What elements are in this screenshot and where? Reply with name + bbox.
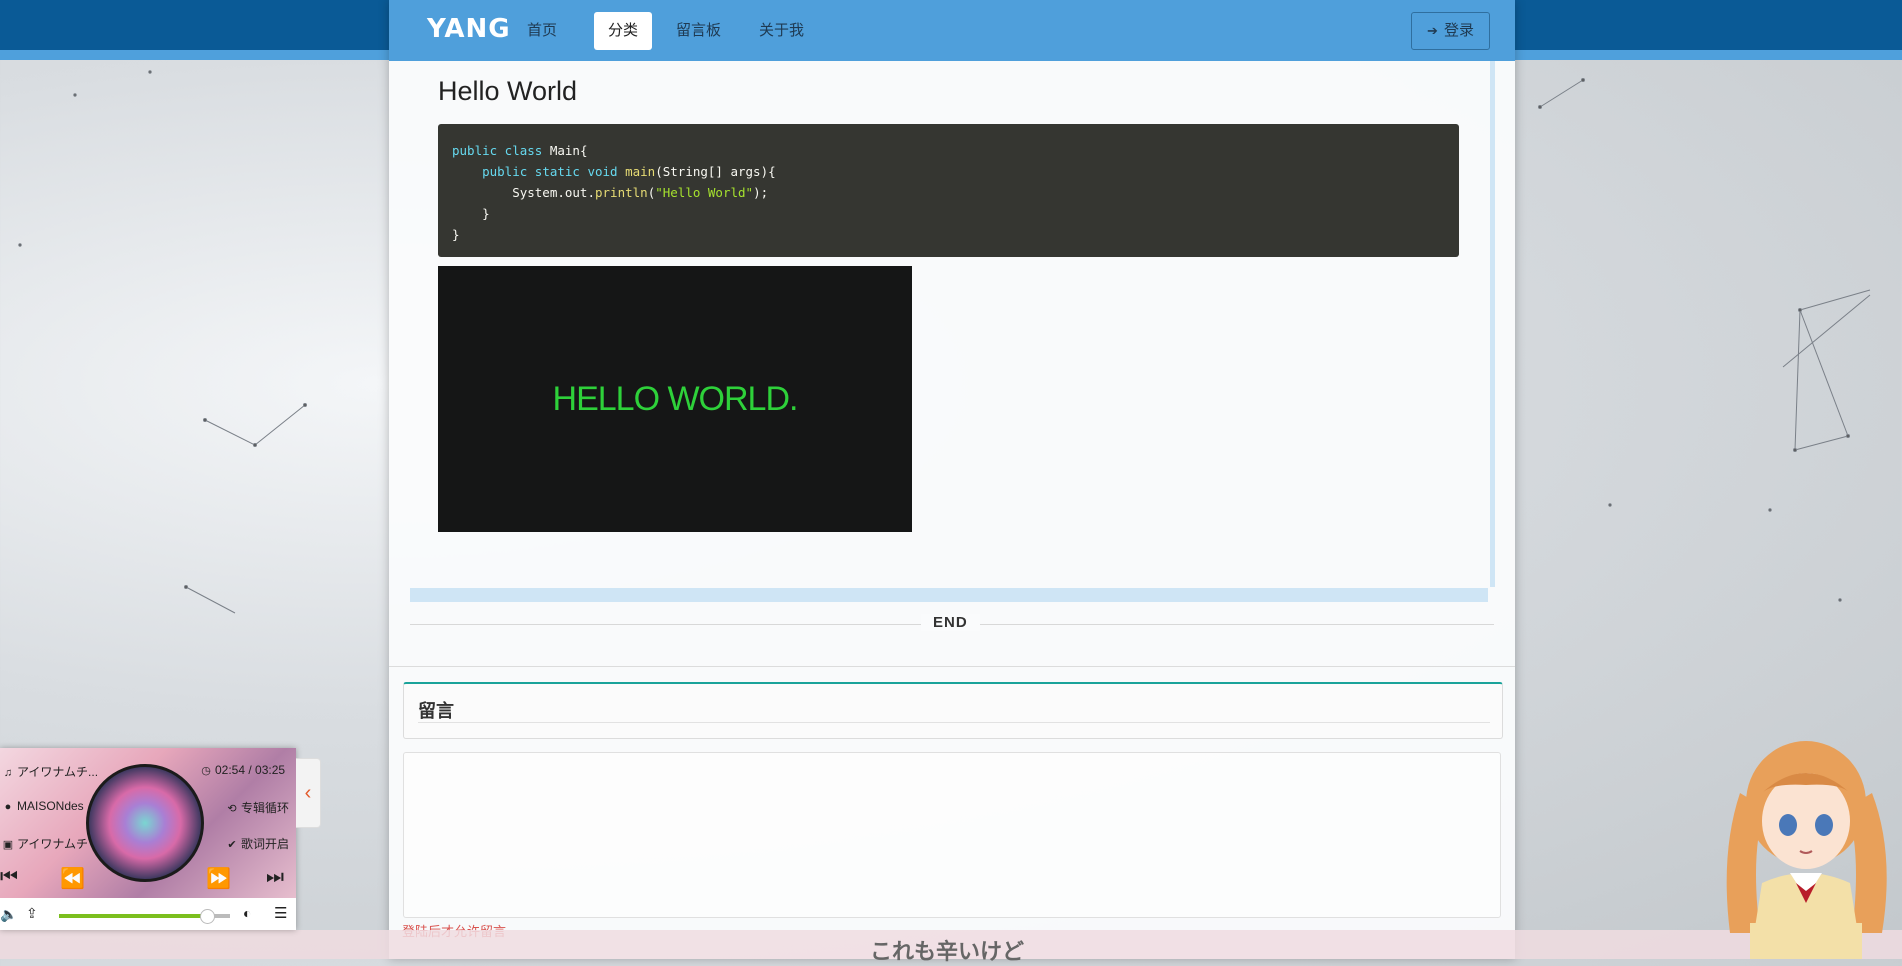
check-circle-icon: ✔	[227, 839, 237, 851]
navbar: YANG 首页 分类 留言板 关于我 ➔ 登录	[389, 0, 1515, 61]
hello-world-image: HELLO WORLD.	[438, 266, 912, 532]
nav-item-guestbook[interactable]: 留言板	[662, 12, 735, 50]
album-name: アイワナムチ	[17, 837, 89, 851]
progress-knob[interactable]	[200, 909, 215, 924]
code-block: public class Main{ public static void ma…	[438, 124, 1459, 257]
horizontal-scrollbar[interactable]	[410, 588, 1488, 602]
chevron-left-icon: ‹	[304, 782, 312, 804]
lyric-text: これも辛いけど	[870, 940, 1025, 965]
section-divider	[389, 666, 1515, 667]
music-player: ♫ アイワナムチ... ● MAISONdes ▣ アイワナムチ ◷ 02:54 / 0…	[0, 748, 296, 930]
login-button[interactable]: ➔ 登录	[1411, 12, 1490, 50]
image-caption: HELLO WORLD.	[552, 379, 799, 418]
album-cover[interactable]	[86, 764, 204, 882]
share-icon[interactable]: ⇪	[26, 905, 38, 922]
lyric-toggle-label: 歌词开启	[241, 837, 290, 851]
comment-panel: 留言	[403, 682, 1503, 739]
skip-previous-icon[interactable]: ⏮	[0, 866, 18, 889]
toggle-icon[interactable]: ◐	[243, 905, 251, 921]
player-collapse-tab[interactable]: ‹	[296, 758, 321, 828]
nav-item-about[interactable]: 关于我	[745, 12, 818, 50]
comment-title: 留言	[418, 701, 454, 721]
play-mode-label: 专辑循环	[241, 801, 290, 815]
fast-forward-icon[interactable]: ⏩	[206, 866, 231, 891]
artist-row: ● MAISONdes	[2, 799, 84, 813]
post-title: Hello World	[438, 76, 578, 106]
album-row: ▣ アイワナムチ	[2, 835, 88, 852]
time-row: ◷ 02:54 / 03:25	[200, 763, 285, 777]
repeat-icon: ⟲	[227, 803, 237, 815]
nav-item-category[interactable]: 分类	[594, 12, 653, 50]
music-note-icon: ♫	[3, 767, 13, 779]
comment-title-underline	[418, 722, 1490, 723]
anime-mascot[interactable]	[1710, 733, 1902, 959]
user-icon: ●	[4, 801, 12, 813]
play-mode[interactable]: ⟲ 专辑循环	[226, 799, 289, 816]
login-label: 登录	[1443, 22, 1474, 39]
brand-logo[interactable]: YANG	[427, 14, 511, 44]
sign-in-icon: ➔	[1427, 23, 1438, 38]
song-name: アイワナムチ...	[17, 765, 99, 779]
song-name-row: ♫ アイワナムチ...	[2, 763, 98, 780]
skip-next-icon[interactable]: ⏭	[266, 866, 284, 889]
volume-icon[interactable]: 🔈	[0, 906, 17, 923]
playlist-icon[interactable]: ☰	[274, 904, 287, 922]
album-icon: ▣	[2, 839, 14, 851]
rewind-icon[interactable]: ⏪	[60, 866, 85, 891]
clock-icon: ◷	[201, 765, 211, 777]
lyric-toggle[interactable]: ✔ 歌词开启	[226, 835, 289, 852]
nav-item-home[interactable]: 首页	[513, 12, 571, 50]
comment-input[interactable]	[403, 752, 1501, 918]
artist-name: MAISONdes	[17, 799, 84, 813]
main-column: Hello World public class Main{ public st…	[389, 0, 1515, 959]
play-time: 02:54 / 03:25	[215, 763, 286, 777]
vertical-scrollbar[interactable]	[1490, 61, 1495, 587]
end-label: END	[921, 614, 980, 631]
progress-fill	[59, 914, 207, 918]
